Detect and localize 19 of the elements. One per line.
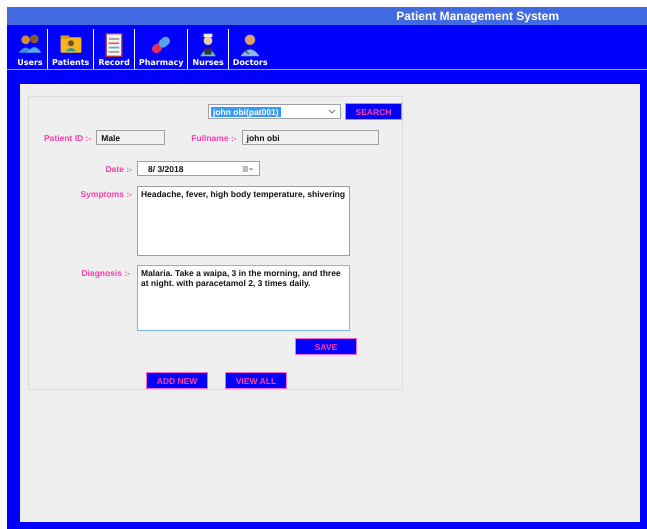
toolbar-button[interactable]: Patients [48,29,94,69]
field-label: Diagnosis :- [80,268,130,278]
toolbar-button[interactable]: Pharmacy [134,29,188,69]
toolbar-button[interactable]: Record [94,29,135,69]
patient-id-field[interactable]: Male [96,130,166,145]
date-field[interactable]: 8/ 3/2018 [137,161,260,176]
field-label: Fullname :- [191,132,237,142]
toolbar-button[interactable]: Users [13,29,48,69]
diagnosis-field[interactable]: Malaria. Take a waipa, 3 in the morning, and three at night. with paracetamol 2, 3 times daily. [137,265,350,331]
chevron-icon [328,108,336,114]
field-label: Symptoms :- [80,189,132,199]
window-title: Patient Management System [396,9,559,23]
toolbar-button[interactable]: Doctors [228,29,272,69]
fullname-field[interactable]: john obi [242,130,379,145]
field-label: Date :- [104,164,132,174]
toolbar-button[interactable]: Nurses [188,29,229,69]
symptoms-field[interactable]: Headache, fever, high body temperature, shivering [137,186,350,256]
calendar-icon [241,166,255,172]
field-label: Patient ID :- [44,132,92,142]
